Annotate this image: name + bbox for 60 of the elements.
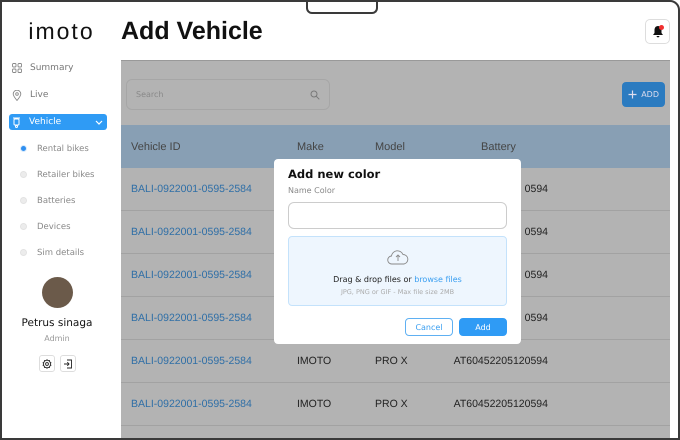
sidebar-subitem-label: Devices [37, 222, 70, 232]
vehicle-id-link[interactable]: BALI-0922001-0595-2584 [131, 355, 252, 367]
table-cell: PRO X [375, 355, 408, 367]
column-header: Make [297, 140, 325, 152]
table-cell: 0594 [524, 226, 548, 238]
search-icon [310, 90, 320, 100]
sidebar-item-label: Vehicle [29, 117, 62, 127]
sidebar-subitem[interactable]: Rental bikes [9, 141, 112, 156]
location-pin-icon [12, 90, 22, 100]
dropzone-text: Drag & drop files or browse files [333, 275, 462, 284]
sidebar-subitem-label: Retailer bikes [37, 170, 94, 180]
browse-files-link[interactable]: browse files [414, 275, 462, 284]
logout-button[interactable] [60, 355, 76, 372]
column-header: Battery [480, 140, 517, 152]
sidebar-item-label: Live [30, 90, 50, 100]
settings-icon [42, 358, 52, 368]
plus-icon [628, 90, 638, 99]
sidebar-subitem[interactable]: Sim details [9, 245, 112, 260]
table-cell: 0594 [524, 312, 548, 324]
column-header: Model [375, 140, 406, 152]
notification-button[interactable] [645, 18, 670, 44]
page-title: Add Vehicle [121, 16, 264, 46]
sidebar-item[interactable]: Vehicle [9, 114, 107, 130]
dialog-title: Add new color [288, 167, 382, 181]
scooter-icon [12, 116, 21, 128]
cloud-upload-icon [386, 249, 408, 265]
table-cell: AT60452205120594 [454, 355, 548, 367]
vehicle-id-link[interactable]: BALI-0922001-0595-2584 [131, 183, 252, 195]
user-name: Petrus sinaga [22, 317, 92, 329]
table-cell: AT60452205120594 [454, 398, 548, 410]
sidebar-subitem-label: Batteries [37, 196, 76, 206]
sidebar-subitem[interactable]: Batteries [9, 193, 112, 208]
vehicle-id-link[interactable]: BALI-0922001-0595-2584 [131, 398, 252, 410]
logout-icon [62, 358, 72, 368]
sidebar-subitem-label: Sim details [37, 248, 84, 258]
grid-icon [12, 63, 22, 73]
sidebar-item[interactable]: Live [9, 87, 107, 103]
input-field[interactable] [288, 202, 507, 229]
add-confirm-button[interactable]: Add [459, 318, 507, 336]
field-label: Name Color [288, 186, 336, 195]
sidebar-subitem-label: Rental bikes [37, 144, 89, 154]
sidebar-item[interactable]: Summary [9, 60, 107, 76]
settings-button[interactable] [38, 355, 54, 372]
table-cell: 0594 [524, 183, 548, 195]
table-cell: 0594 [524, 269, 548, 281]
add-button[interactable]: ADD [622, 82, 665, 107]
sidebar-subitem[interactable]: Retailer bikes [9, 167, 112, 182]
vehicle-id-link[interactable]: BALI-0922001-0595-2584 [131, 269, 252, 281]
logo-text: imoto [28, 18, 95, 44]
vehicle-id-link[interactable]: BALI-0922001-0595-2584 [131, 312, 252, 324]
cancel-button[interactable]: Cancel [405, 318, 453, 336]
sidebar-subitem[interactable]: Devices [9, 219, 112, 234]
table-cell: PRO X [375, 398, 408, 410]
avatar-placeholder [42, 277, 72, 308]
table-cell: IMOTO [297, 398, 332, 410]
table-cell: IMOTO [297, 355, 332, 367]
user-role: Admin [44, 334, 70, 343]
sidebar-item-label: Summary [30, 63, 74, 73]
column-header: Vehicle ID [130, 140, 182, 152]
vehicle-id-link[interactable]: BALI-0922001-0595-2584 [131, 226, 252, 238]
